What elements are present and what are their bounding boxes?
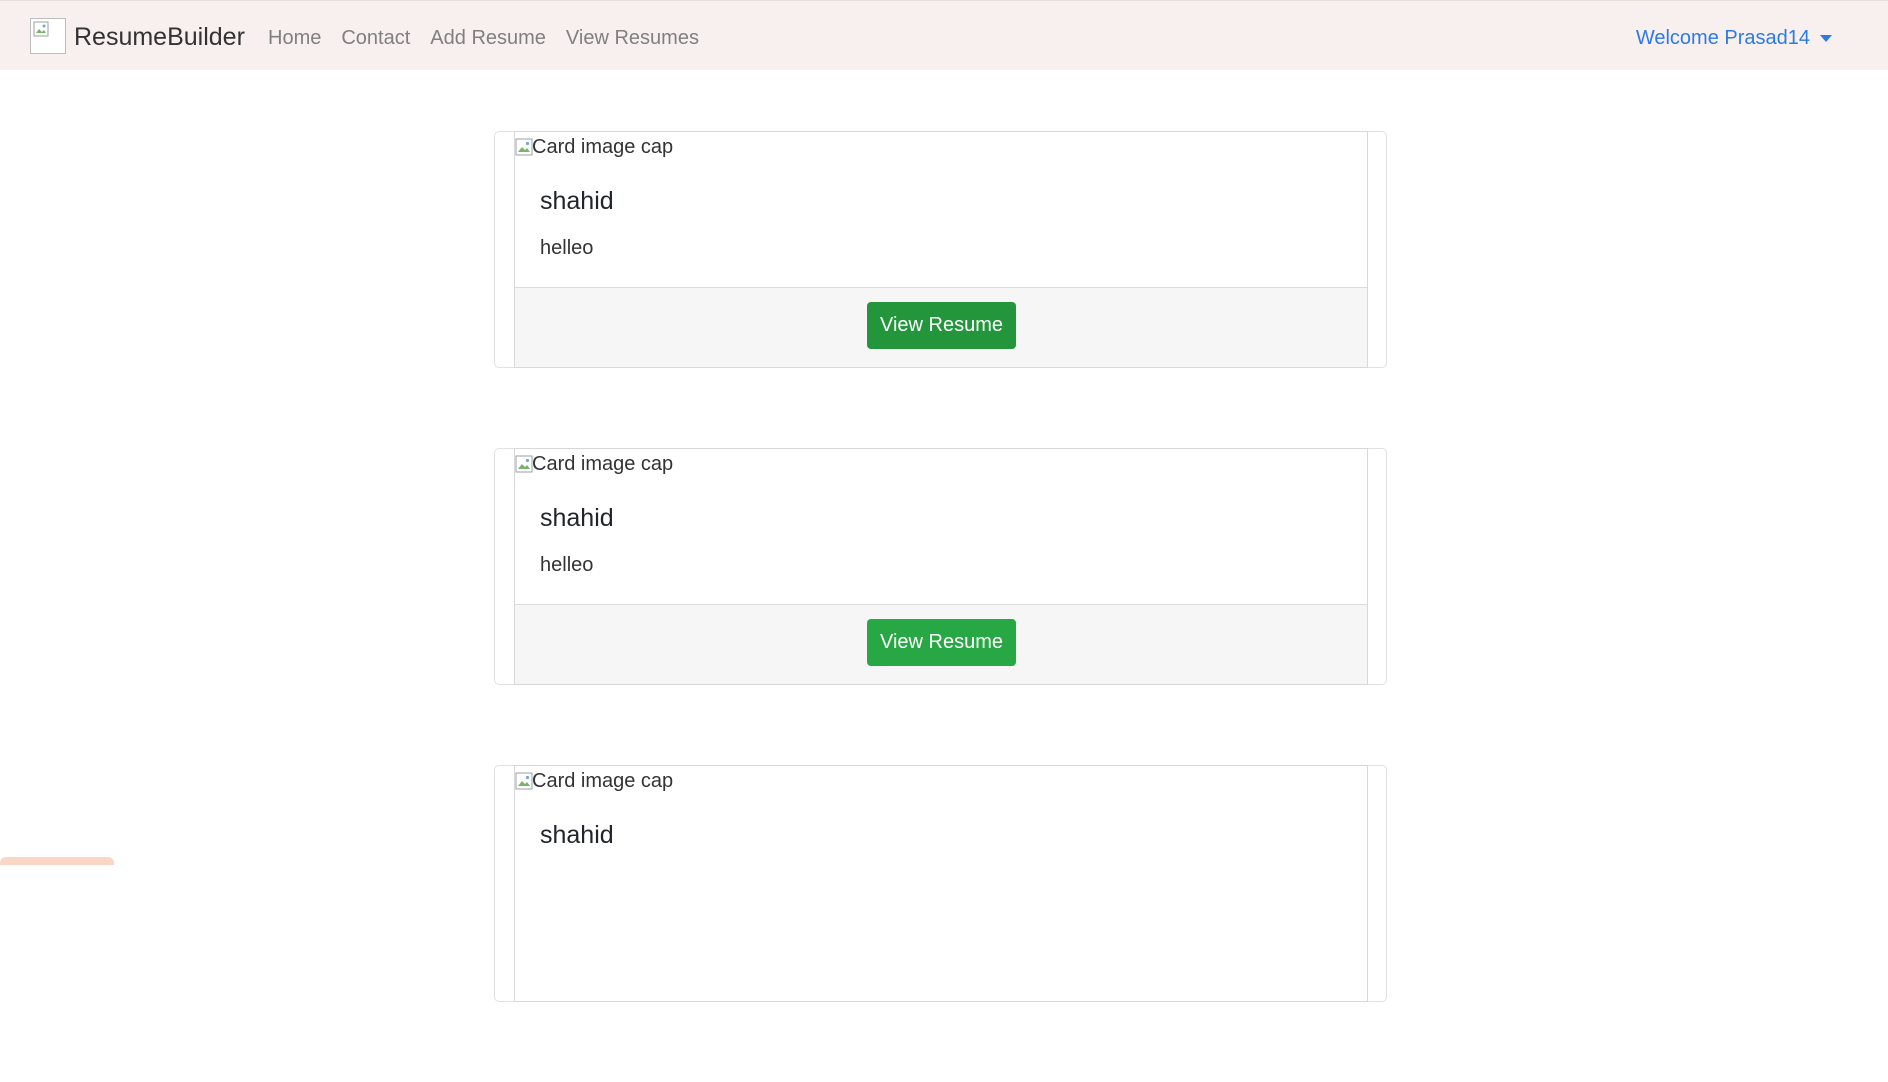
card-image: Card image cap	[515, 766, 673, 796]
nav-link-view-resumes[interactable]: View Resumes	[566, 25, 699, 51]
card-text: helleo	[540, 237, 594, 259]
card-text: helleo	[540, 554, 594, 576]
resume-card-inner: Card image cap shahid	[514, 765, 1368, 1002]
resume-card: Card image cap shahid helleo View Resume	[494, 448, 1387, 685]
resume-card-list: Card image cap shahid helleo View Resume…	[494, 131, 1387, 1082]
resume-card-inner: Card image cap shahid helleo View Resume	[514, 448, 1368, 685]
broken-image-icon	[515, 138, 533, 156]
broken-image-icon	[515, 455, 533, 473]
card-image: Card image cap	[515, 132, 673, 162]
nav-link-contact[interactable]: Contact	[341, 25, 410, 51]
resume-card: Card image cap shahid helleo View Resume	[494, 131, 1387, 368]
resume-card: Card image cap shahid	[494, 765, 1387, 1002]
brand-logo-broken-image-icon[interactable]	[30, 18, 66, 54]
card-image-alt-text: Card image cap	[532, 769, 674, 792]
card-image: Card image cap	[515, 449, 673, 479]
card-title: shahid	[540, 187, 614, 215]
resume-card-inner: Card image cap shahid helleo View Resume	[514, 131, 1368, 368]
view-resume-button[interactable]: View Resume	[867, 619, 1016, 666]
card-image-alt-text: Card image cap	[532, 135, 674, 158]
nav-link-home[interactable]: Home	[268, 25, 321, 51]
broken-image-icon	[515, 772, 533, 790]
card-image-alt-text: Card image cap	[532, 452, 674, 475]
card-footer: View Resume	[515, 287, 1367, 367]
nav-links: Home Contact Add Resume View Resumes	[268, 25, 699, 51]
top-navbar: ResumeBuilder Home Contact Add Resume Vi…	[0, 0, 1888, 70]
user-menu-dropdown[interactable]: Welcome Prasad14	[1636, 25, 1832, 51]
brand-name[interactable]: ResumeBuilder	[74, 21, 245, 53]
view-resume-button[interactable]: View Resume	[867, 302, 1016, 349]
caret-down-icon[interactable]	[1820, 34, 1832, 42]
card-footer: View Resume	[515, 604, 1367, 684]
nav-link-add-resume[interactable]: Add Resume	[430, 25, 546, 51]
card-title: shahid	[540, 821, 614, 849]
corner-widget-tab[interactable]	[0, 857, 114, 865]
user-menu-label[interactable]: Welcome Prasad14	[1636, 25, 1810, 51]
card-title: shahid	[540, 504, 614, 532]
